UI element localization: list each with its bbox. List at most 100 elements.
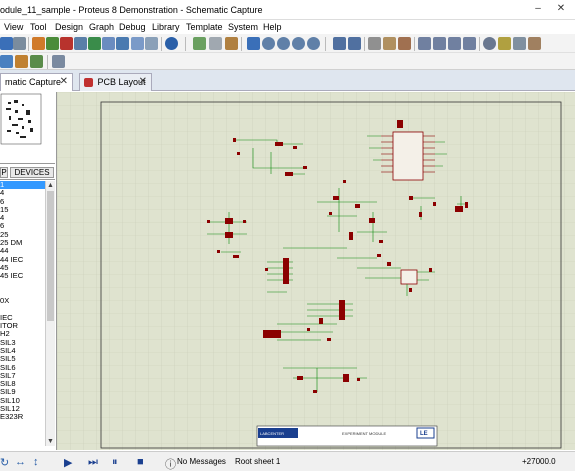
messages-status[interactable]: No Messages (177, 457, 226, 466)
save-icon[interactable] (13, 37, 26, 50)
netlist-icon[interactable] (52, 55, 65, 68)
property-assign-icon[interactable] (30, 55, 43, 68)
menu-library[interactable]: Library (152, 22, 180, 32)
device-list-item[interactable]: ITOR (0, 322, 46, 330)
redo-icon[interactable] (348, 37, 361, 50)
device-list-item[interactable]: 25 (0, 231, 46, 239)
bom-icon[interactable] (88, 37, 101, 50)
device-list-item[interactable]: 4 (0, 214, 46, 222)
minimize-button[interactable]: – (530, 2, 546, 16)
pick-from-library-button[interactable]: P (0, 167, 8, 178)
open-icon[interactable] (0, 37, 13, 50)
block-move-icon[interactable] (433, 37, 446, 50)
text-icon[interactable] (145, 37, 158, 50)
paste-icon[interactable] (398, 37, 411, 50)
devices-header[interactable]: DEVICES (10, 167, 54, 178)
step-icon[interactable]: ⏭ (88, 456, 100, 468)
device-list-item[interactable]: 25 DM (0, 239, 46, 247)
device-list-item[interactable]: SIL7 (0, 372, 46, 380)
play-icon[interactable]: ▶ (64, 456, 76, 469)
overview-window[interactable] (0, 92, 55, 164)
grid-icon[interactable] (209, 37, 222, 50)
origin-icon[interactable] (225, 37, 238, 50)
gallery-icon[interactable] (74, 37, 87, 50)
device-list-item[interactable]: IEC (0, 314, 46, 322)
device-list-item[interactable]: 44 IEC (0, 256, 46, 264)
doc-icon[interactable] (102, 37, 115, 50)
device-list-item[interactable]: 6 (0, 198, 46, 206)
flip-icon[interactable]: ↕ (33, 456, 45, 468)
device-list-item[interactable]: SIL10 (0, 397, 46, 405)
device-list-item[interactable]: SIL4 (0, 347, 46, 355)
device-list-item[interactable] (0, 281, 46, 289)
device-list-item[interactable]: 45 IEC (0, 272, 46, 280)
device-list-item[interactable]: SIL3 (0, 339, 46, 347)
device-list-item[interactable]: 44 (0, 247, 46, 255)
scroll-thumb[interactable] (47, 191, 54, 321)
pick-device-icon[interactable] (483, 37, 496, 50)
schematic-canvas[interactable]: LABCENTER EXPERIMENT MODULE LE (57, 92, 575, 450)
zoom-in-icon[interactable] (262, 37, 275, 50)
scroll-up-icon[interactable]: ▲ (46, 181, 55, 190)
device-list-item[interactable]: SIL12 (0, 405, 46, 413)
tab-schematic-capture[interactable]: matic Capture ✕ (0, 73, 73, 91)
wire-autorouter-icon[interactable] (0, 55, 13, 68)
device-list-item[interactable]: SIL8 (0, 380, 46, 388)
block-rotate-icon[interactable] (448, 37, 461, 50)
mirror-icon[interactable]: ↔ (15, 456, 27, 468)
notes-icon[interactable] (116, 37, 129, 50)
pan-icon[interactable] (247, 37, 260, 50)
device-list-item[interactable] (0, 289, 46, 297)
close-tab-icon[interactable]: ✕ (60, 74, 68, 90)
schematic-drawing[interactable]: LABCENTER EXPERIMENT MODULE LE (57, 92, 575, 450)
zoom-all-icon[interactable] (292, 37, 305, 50)
package-tool-icon[interactable] (513, 37, 526, 50)
menu-system[interactable]: System (228, 22, 258, 32)
stop-icon[interactable]: ■ (137, 456, 149, 468)
rotate-icon[interactable]: ↻ (0, 456, 12, 469)
menu-graph[interactable]: Graph (89, 22, 114, 32)
device-list-item[interactable]: SIL5 (0, 355, 46, 363)
refresh-icon[interactable] (193, 37, 206, 50)
search-tag-icon[interactable] (15, 55, 28, 68)
menu-view[interactable]: View (4, 22, 23, 32)
menu-debug[interactable]: Debug (119, 22, 146, 32)
schematic-icon[interactable] (46, 37, 59, 50)
menu-help[interactable]: Help (263, 22, 282, 32)
device-list-item[interactable]: 45 (0, 264, 46, 272)
undo-icon[interactable] (333, 37, 346, 50)
decompose-icon[interactable] (528, 37, 541, 50)
menu-tool[interactable]: Tool (30, 22, 47, 32)
home-icon[interactable] (32, 37, 45, 50)
device-list-item[interactable]: H2 (0, 330, 46, 338)
pdf-icon[interactable] (131, 37, 144, 50)
device-list[interactable]: 1 4 6 15 4 6 25 25 DM 44 44 IEC 45 45 IEC 0X IEC ITOR H… (0, 181, 46, 446)
make-device-icon[interactable] (498, 37, 511, 50)
device-list-scrollbar[interactable]: ▲ ▼ (45, 181, 55, 446)
pause-icon[interactable]: ⏸ (112, 456, 124, 468)
device-list-item[interactable]: SIL9 (0, 388, 46, 396)
device-list-item[interactable]: SIL6 (0, 364, 46, 372)
copy-icon[interactable] (383, 37, 396, 50)
menu-template[interactable]: Template (186, 22, 223, 32)
close-button[interactable]: ✕ (553, 2, 569, 16)
close-tab-icon[interactable]: ✕ (139, 74, 147, 90)
scroll-down-icon[interactable]: ▼ (46, 437, 55, 446)
device-list-item[interactable]: 6 (0, 222, 46, 230)
device-list-item[interactable]: E323R (0, 413, 46, 421)
block-delete-icon[interactable] (463, 37, 476, 50)
zoom-out-icon[interactable] (277, 37, 290, 50)
device-list-item[interactable] (0, 305, 46, 313)
tab-pcb-layout[interactable]: PCB Layout ✕ (79, 73, 152, 91)
device-list-item[interactable]: 15 (0, 206, 46, 214)
help-icon[interactable] (165, 37, 178, 50)
device-list-item[interactable]: 1 (0, 181, 46, 190)
zoom-area-icon[interactable] (307, 37, 320, 50)
pcb-icon[interactable] (60, 37, 73, 50)
device-list-item[interactable]: 0X (0, 297, 46, 305)
menu-design[interactable]: Design (55, 22, 83, 32)
cut-icon[interactable] (368, 37, 381, 50)
block-copy-icon[interactable] (418, 37, 431, 50)
device-list-item[interactable]: 4 (0, 189, 46, 197)
sheet-status[interactable]: Root sheet 1 (235, 457, 280, 466)
